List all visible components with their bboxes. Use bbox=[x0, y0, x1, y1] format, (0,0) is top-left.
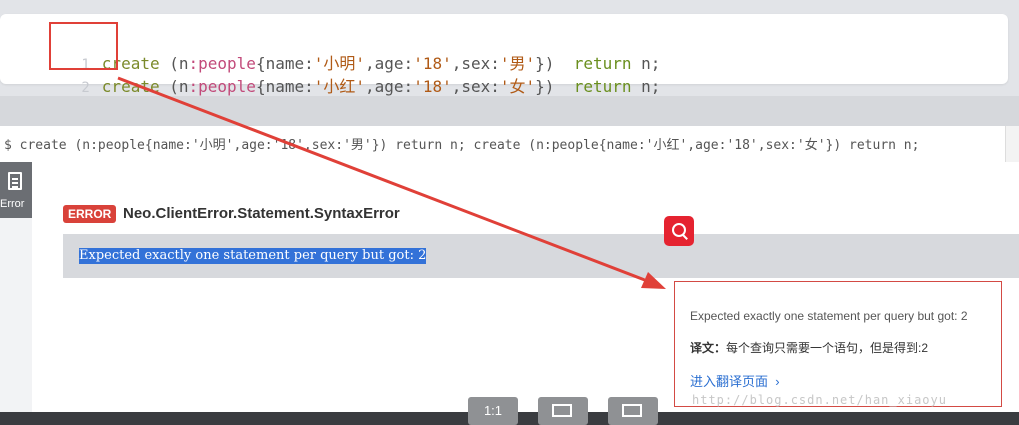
fit-screen-button[interactable] bbox=[538, 397, 588, 425]
node-label: people bbox=[198, 77, 256, 96]
code-token: n; bbox=[631, 77, 661, 96]
chevron-right-icon: › bbox=[775, 374, 780, 389]
error-badge: ERROR bbox=[63, 205, 117, 223]
popup-translation-label: 译文： bbox=[690, 341, 727, 355]
open-translation-page-link[interactable]: 进入翻译页面 › bbox=[690, 371, 780, 390]
code-token: n bbox=[178, 77, 189, 96]
command-history-bar[interactable]: $ create (n:people{name:'小明',age:'18',se… bbox=[0, 126, 1005, 163]
popup-link-label: 进入翻译页面 bbox=[690, 374, 769, 389]
keyword-create: create bbox=[101, 77, 160, 96]
popup-translation: 译文：每个查询只需要一个语句，但是得到:2 bbox=[690, 339, 928, 356]
divider-band bbox=[0, 96, 1019, 126]
code-editor[interactable]: 1 create (n:people{name:'小明',age:'18',sex… bbox=[0, 14, 1008, 96]
keyword-return: return bbox=[573, 77, 632, 96]
command-text: $ create (n:people{name:'小明',age:'18',se… bbox=[4, 138, 920, 153]
sidebar-tab-error[interactable]: Error bbox=[0, 162, 32, 218]
translate-trigger-button[interactable] bbox=[664, 216, 694, 246]
code-token: ,sex: bbox=[451, 77, 500, 96]
fit-screen-icon bbox=[552, 404, 572, 417]
screenshot-edit-button[interactable] bbox=[608, 397, 658, 425]
error-message-selected[interactable]: Expected exactly one statement per query… bbox=[79, 248, 427, 264]
code-token: }) bbox=[535, 77, 555, 96]
string-literal: '18' bbox=[413, 77, 452, 96]
string-literal: '小红' bbox=[313, 77, 366, 96]
actual-size-button[interactable]: 1:1 bbox=[468, 397, 518, 425]
string-literal: '女' bbox=[499, 77, 536, 96]
annotation-highlight-box bbox=[49, 22, 118, 70]
screenshot-edit-icon bbox=[622, 404, 642, 417]
error-title: Neo.ClientError.Statement.SyntaxError bbox=[123, 205, 400, 222]
code-token: ( bbox=[159, 77, 179, 96]
document-icon bbox=[8, 172, 22, 190]
popup-source-text: Expected exactly one statement per query… bbox=[690, 309, 968, 323]
popup-translation-text: 每个查询只需要一个语句，但是得到:2 bbox=[726, 341, 929, 355]
search-icon-handle bbox=[682, 234, 688, 240]
code-token: ,age: bbox=[365, 77, 414, 96]
code-token: {name: bbox=[255, 77, 314, 96]
translation-popup: Expected exactly one statement per query… bbox=[674, 281, 1002, 407]
watermark: http://blog.csdn.net/han_xiaoyu bbox=[692, 393, 947, 407]
editor-area: 1 create (n:people{name:'小明',age:'18',sex… bbox=[0, 0, 1019, 96]
sidebar-tab-label: Error bbox=[0, 198, 25, 210]
code-token: : bbox=[188, 77, 199, 96]
command-bar-edge bbox=[1005, 126, 1019, 162]
